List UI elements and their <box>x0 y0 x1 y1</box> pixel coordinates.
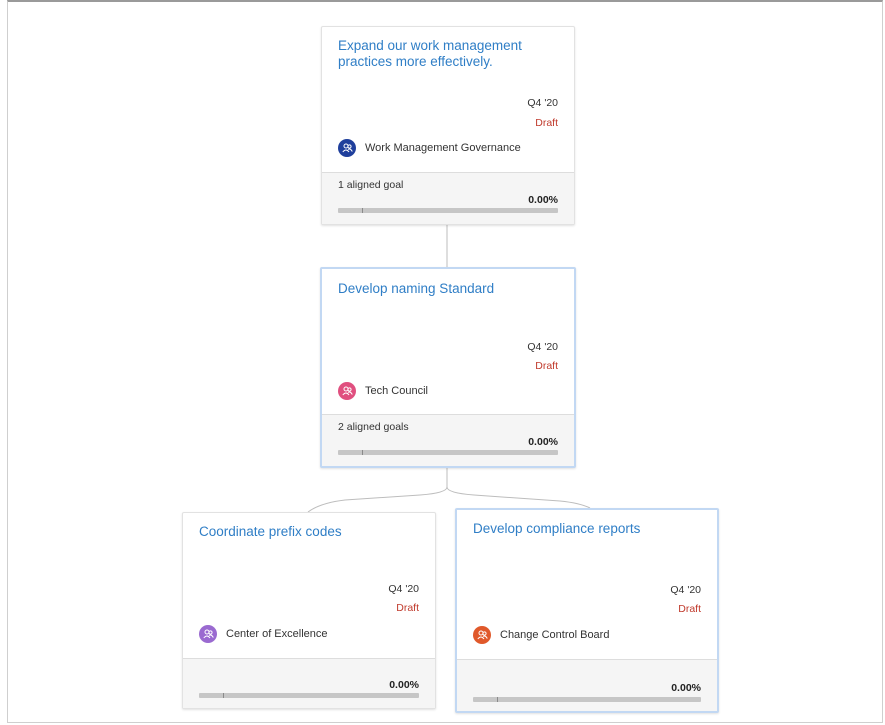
progress-percent: 0.00% <box>671 682 701 694</box>
goal-title[interactable]: Develop compliance reports <box>473 521 701 537</box>
team-icon <box>473 626 491 644</box>
goal-status: Draft <box>678 603 701 615</box>
progress-bar-marker <box>497 697 498 702</box>
goal-team[interactable]: Change Control Board <box>473 626 609 644</box>
goal-quarter: Q4 '20 <box>527 341 558 353</box>
progress-percent: 0.00% <box>528 436 558 448</box>
team-name: Tech Council <box>365 385 428 397</box>
goal-status: Draft <box>535 117 558 129</box>
goal-quarter: Q4 '20 <box>527 97 558 109</box>
goal-footer: 2 aligned goals 0.00% <box>322 414 574 466</box>
progress-bar <box>338 208 558 213</box>
goal-title[interactable]: Expand our work management practices mor… <box>338 38 558 70</box>
progress-bar-marker <box>223 693 224 698</box>
team-name: Change Control Board <box>500 629 610 641</box>
goal-team[interactable]: Center of Excellence <box>199 625 328 643</box>
goal-card-coordinate-prefix-codes[interactable]: Coordinate prefix codes Q4 '20 Draft Cen… <box>182 512 436 709</box>
aligned-goals-link[interactable]: 2 aligned goals <box>338 421 409 433</box>
goal-status: Draft <box>396 602 419 614</box>
goal-card-develop-compliance-reports[interactable]: Develop compliance reports Q4 '20 Draft … <box>455 508 719 713</box>
progress-bar <box>199 693 419 698</box>
goal-team[interactable]: Work Management Governance <box>338 139 521 157</box>
progress-percent: 0.00% <box>528 194 558 206</box>
goal-footer: 1 aligned goal 0.00% <box>322 172 574 224</box>
team-icon <box>199 625 217 643</box>
goal-team[interactable]: Tech Council <box>338 382 428 400</box>
team-icon <box>338 382 356 400</box>
progress-percent: 0.00% <box>389 679 419 691</box>
goal-card-develop-naming-standard[interactable]: Develop naming Standard Q4 '20 Draft Tec… <box>320 267 576 468</box>
team-icon <box>338 139 356 157</box>
goal-quarter: Q4 '20 <box>670 584 701 596</box>
goal-quarter: Q4 '20 <box>388 583 419 595</box>
progress-bar-marker <box>362 208 363 213</box>
progress-bar <box>473 697 701 702</box>
team-name: Work Management Governance <box>365 142 521 154</box>
progress-bar-marker <box>362 450 363 455</box>
aligned-goals-link[interactable]: 1 aligned goal <box>338 179 403 191</box>
goal-title[interactable]: Coordinate prefix codes <box>199 524 419 540</box>
goal-footer: 0.00% <box>457 659 717 711</box>
progress-bar <box>338 450 558 455</box>
team-name: Center of Excellence <box>226 628 328 640</box>
goal-status: Draft <box>535 360 558 372</box>
goal-footer: 0.00% <box>183 658 435 708</box>
goal-title[interactable]: Develop naming Standard <box>338 281 558 297</box>
goal-card-expand-work-management[interactable]: Expand our work management practices mor… <box>321 26 575 225</box>
